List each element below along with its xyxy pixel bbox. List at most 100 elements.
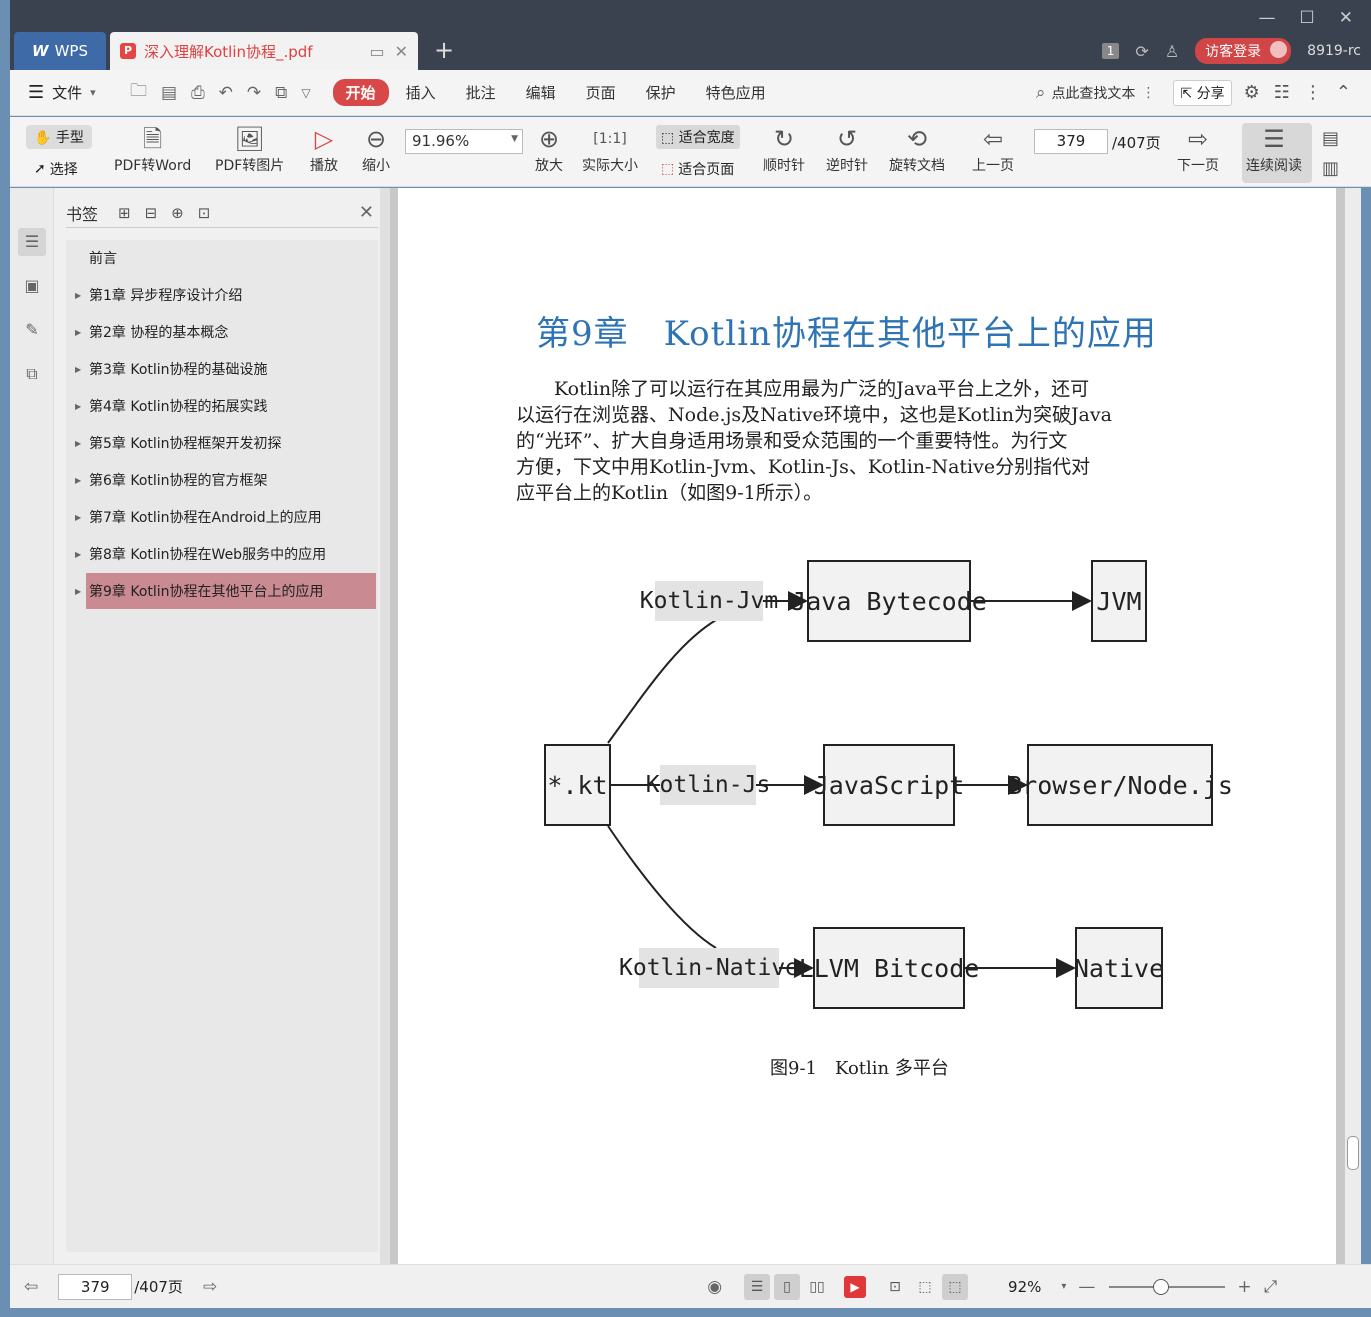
select-tool-button[interactable]: ➚ 选择 (34, 159, 78, 179)
bookmark-item[interactable]: ▶ 第6章 Kotlin协程的官方框架 (75, 462, 376, 498)
rotate-document-button[interactable]: ⟲ 旋转文档 (889, 123, 945, 175)
zoom-minus-icon[interactable]: — (1078, 1277, 1095, 1297)
open-folder-icon[interactable]: 🗀 (130, 78, 147, 107)
bookmark-item[interactable]: ▶ 第2章 协程的基本概念 (75, 314, 376, 350)
collapse-all-icon[interactable]: ⊟ (145, 204, 158, 222)
expand-caret-icon[interactable]: ▶ (75, 291, 81, 300)
status-page-input[interactable]: 379 (58, 1273, 133, 1300)
dual-view-icon[interactable]: ▯▯ (804, 1274, 830, 1300)
rotate-counterclockwise-button[interactable]: ↺ 逆时针 (826, 123, 868, 175)
document-scrollbar[interactable] (1345, 188, 1361, 1264)
scrollbar-thumb[interactable] (1347, 1136, 1359, 1170)
zoom-select[interactable]: 91.96% ▼ (405, 129, 523, 154)
bookmark-item[interactable]: ▶ 第1章 异步程序设计介绍 (75, 277, 376, 313)
tab-protect[interactable]: 保护 (633, 79, 689, 106)
bookmark-item[interactable]: 前言 (86, 240, 376, 276)
sync-icon[interactable]: ⟳ (1135, 42, 1148, 61)
next-page-arrow-icon[interactable]: ⇨ (203, 1277, 217, 1297)
comment-icon[interactable]: ☷ (1274, 82, 1290, 103)
bookmark-item[interactable]: ▶ 第7章 Kotlin协程在Android上的应用 (75, 499, 376, 535)
more-options-icon[interactable]: ⋮ (1304, 82, 1322, 103)
zoom-slider-knob[interactable] (1153, 1278, 1170, 1295)
bookmark-item[interactable]: ▶ 第3章 Kotlin协程的基础设施 (75, 351, 376, 387)
bookmark-item-selected[interactable]: ▶ 第9章 Kotlin协程在其他平台上的应用 (75, 573, 376, 609)
skin-icon[interactable]: ♙ (1165, 42, 1179, 61)
zoom-percent[interactable]: 92% (1008, 1278, 1041, 1296)
export-icon[interactable]: ⧉ (275, 83, 287, 103)
file-menu[interactable]: ☰ 文件 ▾ (10, 82, 120, 103)
expand-caret-icon[interactable]: ▶ (75, 513, 81, 522)
tab-edit[interactable]: 编辑 (513, 79, 569, 106)
save-icon[interactable]: ▤ (161, 83, 177, 103)
zoom-slider[interactable] (1109, 1278, 1226, 1295)
tab-insert[interactable]: 插入 (393, 79, 449, 106)
document-tab[interactable]: P 深入理解Kotlin协程_.pdf ▭ ✕ (110, 32, 418, 70)
page-number-input[interactable]: 379 (1034, 129, 1108, 154)
collapse-ribbon-icon[interactable]: ⌃ (1336, 82, 1351, 103)
bookmark-options-icon[interactable]: ⊡ (198, 204, 211, 222)
attachment-icon[interactable]: ⧉ (18, 360, 46, 388)
prev-page-arrow-icon[interactable]: ⇦ (24, 1277, 38, 1297)
pdf-to-image-button[interactable]: 🖼 PDF转图片 (215, 123, 284, 175)
guest-login-button[interactable]: 访客登录 (1195, 38, 1292, 64)
fit-width-small-icon[interactable]: ⬚ (942, 1273, 969, 1300)
find-text-box[interactable]: ⌕ 点此查找文本 ⋮ (1036, 83, 1156, 103)
rotate-clockwise-button[interactable]: ↻ 顺时针 (763, 123, 805, 175)
close-panel-icon[interactable]: ✕ (359, 202, 378, 223)
pin-tab-icon[interactable]: ▭ (369, 42, 384, 61)
undo-icon[interactable]: ↶ (219, 83, 233, 103)
two-page-button[interactable]: ▥ (1322, 153, 1339, 185)
tab-annotate[interactable]: 批注 (453, 79, 509, 106)
zoom-plus-icon[interactable]: + (1237, 1277, 1251, 1297)
print-icon[interactable]: ⎙ (191, 83, 205, 103)
chevron-down-icon[interactable]: ▾ (1061, 1281, 1066, 1292)
bookmark-item[interactable]: ▶ 第5章 Kotlin协程框架开发初探 (75, 425, 376, 461)
single-view-icon[interactable]: ▯ (774, 1273, 801, 1300)
play-button[interactable]: ▷ 播放 (310, 123, 338, 175)
actual-size-button[interactable]: [1:1] 实际大小 (582, 123, 638, 175)
bookmark-item[interactable]: ▶ 第8章 Kotlin协程在Web服务中的应用 (75, 536, 376, 572)
fit-page-button[interactable]: ⬚ 适合页面 (661, 159, 734, 179)
expand-caret-icon[interactable]: ▶ (75, 328, 81, 337)
actual-size-small-icon[interactable]: ⊡ (882, 1274, 908, 1300)
fullscreen-icon[interactable]: ⤢ (1264, 1277, 1278, 1297)
bookmark-list-icon[interactable]: ☰ (18, 228, 46, 256)
settings-gear-icon[interactable]: ⚙ (1244, 82, 1260, 103)
more-quick-icon[interactable]: ▽ (301, 86, 310, 100)
zoom-in-button[interactable]: ⊕ 放大 (535, 123, 563, 175)
single-page-button[interactable]: ▤ (1322, 123, 1339, 155)
annotation-icon[interactable]: ✎ (18, 316, 46, 344)
bookmark-item[interactable]: ▶ 第4章 Kotlin协程的拓展实践 (75, 388, 376, 424)
pdf-to-word-button[interactable]: 🗎 PDF转Word (114, 123, 191, 175)
expand-caret-icon[interactable]: ▶ (75, 365, 81, 374)
maximize-icon[interactable]: ☐ (1300, 8, 1315, 28)
more-vertical-icon[interactable]: ⋮ (1141, 85, 1155, 101)
redo-icon[interactable]: ↷ (247, 83, 261, 103)
new-tab-button[interactable]: + (434, 36, 454, 64)
thumbnail-icon[interactable]: ▣ (18, 272, 46, 300)
hand-tool-button[interactable]: ✋ 手型 (26, 125, 92, 149)
expand-caret-icon[interactable]: ▶ (75, 587, 81, 596)
continuous-view-icon[interactable]: ☰ (744, 1273, 771, 1300)
expand-caret-icon[interactable]: ▶ (75, 439, 81, 448)
expand-all-icon[interactable]: ⊞ (118, 204, 131, 222)
next-page-button[interactable]: ⇨ 下一页 (1177, 123, 1219, 175)
eye-protection-icon[interactable]: ◉ (707, 1277, 722, 1297)
expand-caret-icon[interactable]: ▶ (75, 402, 81, 411)
panel-splitter[interactable] (380, 188, 390, 1264)
close-tab-icon[interactable]: ✕ (395, 42, 408, 61)
window-count-badge[interactable]: 1 (1101, 43, 1120, 59)
close-window-icon[interactable]: ✕ (1339, 8, 1353, 28)
expand-caret-icon[interactable]: ▶ (75, 476, 81, 485)
tab-start[interactable]: 开始 (332, 79, 389, 106)
share-button[interactable]: ⇱ 分享 (1173, 79, 1232, 106)
expand-caret-icon[interactable]: ▶ (75, 550, 81, 559)
tab-page[interactable]: 页面 (573, 79, 629, 106)
previous-page-button[interactable]: ⇦ 上一页 (972, 123, 1014, 175)
minimize-icon[interactable]: — (1259, 8, 1276, 28)
play-slideshow-icon[interactable]: ▶ (844, 1275, 867, 1298)
fit-width-button[interactable]: ⬚ 适合宽度 (656, 125, 740, 149)
wps-home-tab[interactable]: W WPS (14, 32, 106, 70)
tab-features[interactable]: 特色应用 (693, 79, 779, 106)
zoom-out-button[interactable]: ⊖ 缩小 (362, 123, 390, 175)
